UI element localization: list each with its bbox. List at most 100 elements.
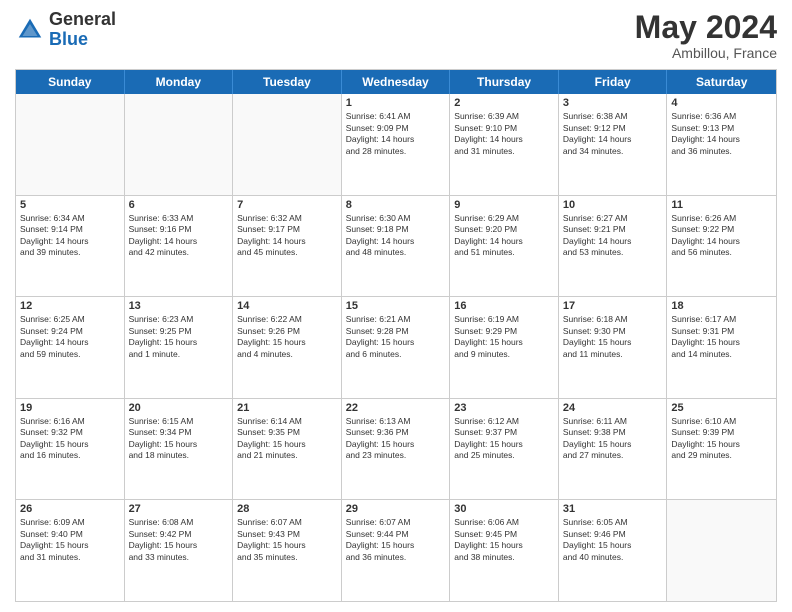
day-number: 26 — [20, 503, 120, 515]
logo: General Blue — [15, 10, 116, 50]
week-row-4: 19 Sunrise: 6:16 AM Sunset: 9:32 PM Dayli… — [16, 399, 776, 501]
day-number: 25 — [671, 402, 772, 414]
day-1: 1 Sunrise: 6:41 AM Sunset: 9:09 PM Daylig… — [342, 94, 451, 195]
day-info: Sunrise: 6:36 AM Sunset: 9:13 PM Dayligh… — [671, 111, 772, 157]
day-number: 15 — [346, 300, 446, 312]
header-cell-friday: Friday — [559, 70, 668, 94]
day-28: 28 Sunrise: 6:07 AM Sunset: 9:43 PM Dayli… — [233, 500, 342, 601]
day-2: 2 Sunrise: 6:39 AM Sunset: 9:10 PM Daylig… — [450, 94, 559, 195]
day-number: 3 — [563, 97, 663, 109]
day-8: 8Sunrise: 6:30 AM Sunset: 9:18 PM Daylig… — [342, 196, 451, 297]
day-number: 23 — [454, 402, 554, 414]
title-block: May 2024 Ambillou, France — [635, 10, 777, 61]
day-25: 25 Sunrise: 6:10 AM Sunset: 9:39 PM Dayli… — [667, 399, 776, 500]
day-info: Sunrise: 6:21 AM Sunset: 9:28 PM Dayligh… — [346, 314, 446, 360]
day-info: Sunrise: 6:15 AM Sunset: 9:34 PM Dayligh… — [129, 416, 229, 462]
day-22: 22Sunrise: 6:13 AM Sunset: 9:36 PM Dayli… — [342, 399, 451, 500]
day-info: Sunrise: 6:08 AM Sunset: 9:42 PM Dayligh… — [129, 517, 229, 563]
day-16: 16 Sunrise: 6:19 AM Sunset: 9:29 PM Dayli… — [450, 297, 559, 398]
day-info: Sunrise: 6:07 AM Sunset: 9:43 PM Dayligh… — [237, 517, 337, 563]
day-11: 11 Sunrise: 6:26 AM Sunset: 9:22 PM Dayli… — [667, 196, 776, 297]
day-info: Sunrise: 6:34 AM Sunset: 9:14 PM Dayligh… — [20, 213, 120, 259]
day-info: Sunrise: 6:18 AM Sunset: 9:30 PM Dayligh… — [563, 314, 663, 360]
day-info: Sunrise: 6:22 AM Sunset: 9:26 PM Dayligh… — [237, 314, 337, 360]
day-info: Sunrise: 6:32 AM Sunset: 9:17 PM Dayligh… — [237, 213, 337, 259]
day-number: 11 — [671, 199, 772, 211]
day-empty — [233, 94, 342, 195]
day-number: 13 — [129, 300, 229, 312]
calendar: SundayMondayTuesdayWednesdayThursdayFrid… — [15, 69, 777, 602]
day-23: 23 Sunrise: 6:12 AM Sunset: 9:37 PM Dayli… — [450, 399, 559, 500]
day-9: 9 Sunrise: 6:29 AM Sunset: 9:20 PM Daylig… — [450, 196, 559, 297]
day-info: Sunrise: 6:29 AM Sunset: 9:20 PM Dayligh… — [454, 213, 554, 259]
day-number: 5 — [20, 199, 120, 211]
header-cell-tuesday: Tuesday — [233, 70, 342, 94]
day-number: 29 — [346, 503, 446, 515]
week-row-3: 12 Sunrise: 6:25 AM Sunset: 9:24 PM Dayli… — [16, 297, 776, 399]
day-29: 29Sunrise: 6:07 AM Sunset: 9:44 PM Dayli… — [342, 500, 451, 601]
day-4: 4Sunrise: 6:36 AM Sunset: 9:13 PM Daylig… — [667, 94, 776, 195]
day-number: 1 — [346, 97, 446, 109]
week-row-1: 1 Sunrise: 6:41 AM Sunset: 9:09 PM Daylig… — [16, 94, 776, 196]
day-info: Sunrise: 6:14 AM Sunset: 9:35 PM Dayligh… — [237, 416, 337, 462]
day-19: 19 Sunrise: 6:16 AM Sunset: 9:32 PM Dayli… — [16, 399, 125, 500]
day-number: 12 — [20, 300, 120, 312]
day-info: Sunrise: 6:41 AM Sunset: 9:09 PM Dayligh… — [346, 111, 446, 157]
day-number: 31 — [563, 503, 663, 515]
day-number: 20 — [129, 402, 229, 414]
day-number: 14 — [237, 300, 337, 312]
day-31: 31Sunrise: 6:05 AM Sunset: 9:46 PM Dayli… — [559, 500, 668, 601]
day-info: Sunrise: 6:06 AM Sunset: 9:45 PM Dayligh… — [454, 517, 554, 563]
header-cell-sunday: Sunday — [16, 70, 125, 94]
day-21: 21 Sunrise: 6:14 AM Sunset: 9:35 PM Dayli… — [233, 399, 342, 500]
logo-general-text: General — [49, 9, 116, 29]
calendar-body: 1 Sunrise: 6:41 AM Sunset: 9:09 PM Daylig… — [16, 94, 776, 601]
day-info: Sunrise: 6:12 AM Sunset: 9:37 PM Dayligh… — [454, 416, 554, 462]
day-number: 28 — [237, 503, 337, 515]
calendar-subtitle: Ambillou, France — [635, 45, 777, 61]
day-number: 16 — [454, 300, 554, 312]
day-20: 20 Sunrise: 6:15 AM Sunset: 9:34 PM Dayli… — [125, 399, 234, 500]
day-info: Sunrise: 6:10 AM Sunset: 9:39 PM Dayligh… — [671, 416, 772, 462]
day-27: 27 Sunrise: 6:08 AM Sunset: 9:42 PM Dayli… — [125, 500, 234, 601]
logo-icon — [15, 15, 45, 45]
day-5: 5 Sunrise: 6:34 AM Sunset: 9:14 PM Daylig… — [16, 196, 125, 297]
day-6: 6Sunrise: 6:33 AM Sunset: 9:16 PM Daylig… — [125, 196, 234, 297]
header-cell-saturday: Saturday — [667, 70, 776, 94]
day-15: 15 Sunrise: 6:21 AM Sunset: 9:28 PM Dayli… — [342, 297, 451, 398]
day-info: Sunrise: 6:38 AM Sunset: 9:12 PM Dayligh… — [563, 111, 663, 157]
header-cell-monday: Monday — [125, 70, 234, 94]
day-13: 13 Sunrise: 6:23 AM Sunset: 9:25 PM Dayli… — [125, 297, 234, 398]
day-number: 24 — [563, 402, 663, 414]
day-17: 17Sunrise: 6:18 AM Sunset: 9:30 PM Dayli… — [559, 297, 668, 398]
day-number: 21 — [237, 402, 337, 414]
day-empty — [667, 500, 776, 601]
day-number: 10 — [563, 199, 663, 211]
day-number: 6 — [129, 199, 229, 211]
header: General Blue May 2024 Ambillou, France — [15, 10, 777, 61]
day-info: Sunrise: 6:30 AM Sunset: 9:18 PM Dayligh… — [346, 213, 446, 259]
day-empty — [16, 94, 125, 195]
day-number: 19 — [20, 402, 120, 414]
day-info: Sunrise: 6:19 AM Sunset: 9:29 PM Dayligh… — [454, 314, 554, 360]
day-info: Sunrise: 6:39 AM Sunset: 9:10 PM Dayligh… — [454, 111, 554, 157]
day-empty — [125, 94, 234, 195]
day-number: 18 — [671, 300, 772, 312]
day-info: Sunrise: 6:26 AM Sunset: 9:22 PM Dayligh… — [671, 213, 772, 259]
header-cell-wednesday: Wednesday — [342, 70, 451, 94]
day-26: 26Sunrise: 6:09 AM Sunset: 9:40 PM Dayli… — [16, 500, 125, 601]
calendar-header-row: SundayMondayTuesdayWednesdayThursdayFrid… — [16, 70, 776, 94]
day-number: 9 — [454, 199, 554, 211]
day-number: 27 — [129, 503, 229, 515]
week-row-2: 5 Sunrise: 6:34 AM Sunset: 9:14 PM Daylig… — [16, 196, 776, 298]
day-number: 30 — [454, 503, 554, 515]
day-info: Sunrise: 6:11 AM Sunset: 9:38 PM Dayligh… — [563, 416, 663, 462]
day-10: 10Sunrise: 6:27 AM Sunset: 9:21 PM Dayli… — [559, 196, 668, 297]
day-info: Sunrise: 6:23 AM Sunset: 9:25 PM Dayligh… — [129, 314, 229, 360]
logo-blue-text: Blue — [49, 29, 88, 49]
page: General Blue May 2024 Ambillou, France S… — [0, 0, 792, 612]
day-number: 2 — [454, 97, 554, 109]
day-info: Sunrise: 6:25 AM Sunset: 9:24 PM Dayligh… — [20, 314, 120, 360]
day-info: Sunrise: 6:16 AM Sunset: 9:32 PM Dayligh… — [20, 416, 120, 462]
header-cell-thursday: Thursday — [450, 70, 559, 94]
